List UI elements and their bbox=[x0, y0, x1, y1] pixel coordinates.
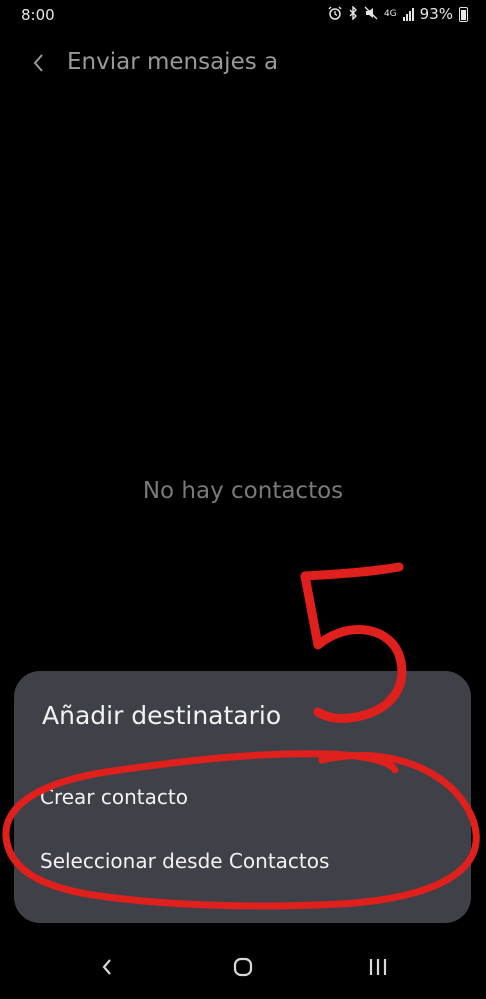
select-from-contacts-option[interactable]: Seleccionar desde Contactos bbox=[40, 841, 460, 881]
page-title: Enviar mensajes a bbox=[67, 49, 279, 75]
back-icon bbox=[102, 959, 111, 975]
app-header: Enviar mensajes a bbox=[0, 44, 486, 84]
alarm-icon bbox=[328, 6, 342, 23]
navigation-bar bbox=[0, 939, 486, 999]
status-bar: 8:00 4G 93% bbox=[0, 0, 486, 30]
bluetooth-icon bbox=[348, 4, 358, 23]
create-contact-option[interactable]: Crear contacto bbox=[40, 777, 460, 817]
mute-icon bbox=[364, 6, 378, 23]
home-icon bbox=[233, 957, 253, 977]
nav-back-button[interactable] bbox=[82, 947, 132, 987]
signal-icon bbox=[402, 7, 414, 21]
nav-recents-button[interactable] bbox=[353, 947, 403, 987]
battery-icon bbox=[459, 6, 468, 22]
back-button[interactable] bbox=[22, 46, 56, 80]
nav-home-button[interactable] bbox=[218, 947, 268, 987]
add-recipient-sheet: Añadir destinatario Crear contacto Selec… bbox=[14, 671, 471, 923]
status-time: 8:00 bbox=[21, 6, 55, 24]
chevron-left-icon bbox=[33, 54, 43, 72]
battery-percentage: 93% bbox=[419, 5, 453, 23]
network-4g-icon: 4G bbox=[383, 8, 397, 19]
sheet-title: Añadir destinatario bbox=[42, 701, 282, 730]
empty-state-message: No hay contactos bbox=[142, 478, 344, 504]
status-icons: 4G 93% bbox=[328, 4, 468, 23]
recents-icon bbox=[369, 959, 387, 975]
